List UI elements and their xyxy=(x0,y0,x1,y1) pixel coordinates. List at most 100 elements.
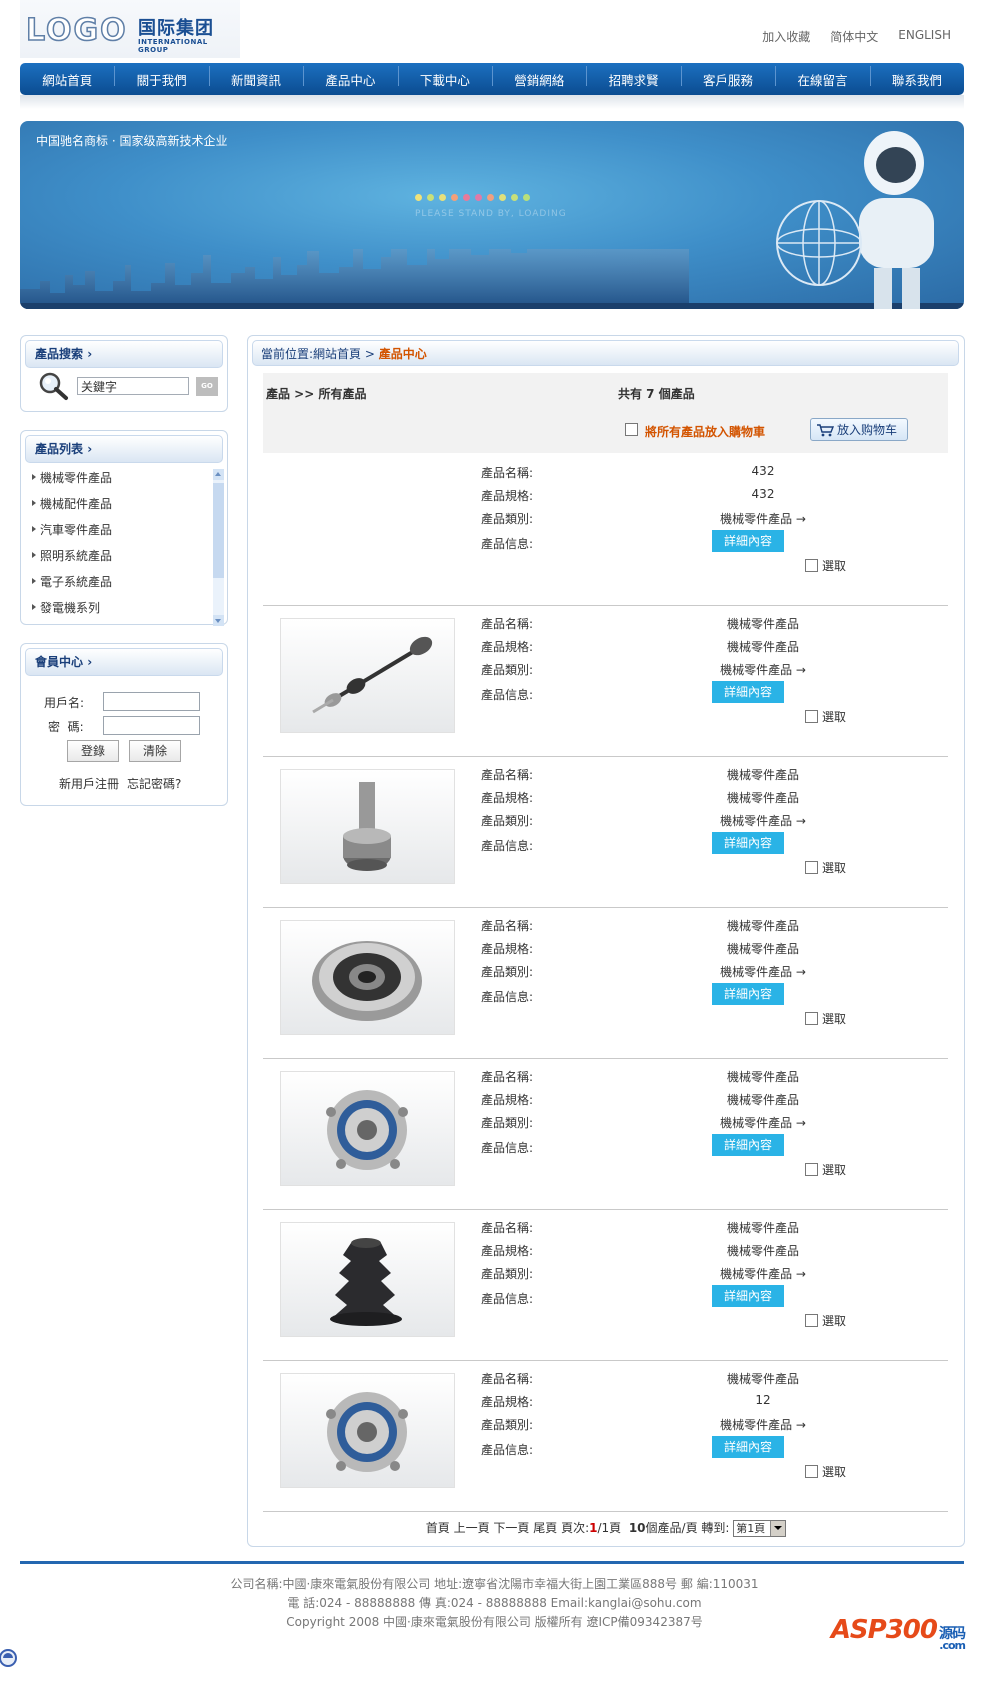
product-detail-button[interactable]: 詳細內容 xyxy=(712,1134,784,1156)
login-button[interactable]: 登錄 xyxy=(67,740,119,762)
category-item-electronic[interactable]: 電子系統產品 xyxy=(30,573,112,599)
pager-prev[interactable]: 上一頁 xyxy=(454,1521,490,1535)
product-select-checkbox[interactable] xyxy=(805,1012,818,1025)
site-logo[interactable]: LOGO 国际集团 INTERNATIONAL GROUP xyxy=(20,0,240,58)
product-category-label: 產品類別: xyxy=(481,814,534,828)
product-search-box: 產品搜索 › 关鍵字 GO xyxy=(20,335,228,412)
member-center-title: 會員中心 › xyxy=(25,648,223,676)
product-image[interactable] xyxy=(280,1222,455,1337)
product-select-checkbox[interactable] xyxy=(805,1465,818,1478)
product-image[interactable] xyxy=(280,618,455,733)
password-input[interactable] xyxy=(103,716,200,735)
category-item-generator[interactable]: 發電機系列 xyxy=(30,599,112,625)
product-spec-value: 12 xyxy=(755,1393,771,1407)
category-item-lighting[interactable]: 照明系統產品 xyxy=(30,547,112,573)
forgot-password-link[interactable]: 忘記密碼? xyxy=(127,775,181,792)
nav-news[interactable]: 新聞資訊 xyxy=(208,65,303,89)
nav-downloads[interactable]: 下載中心 xyxy=(397,65,492,89)
product-name-value: 機械零件產品 xyxy=(726,1372,799,1386)
nav-guestbook[interactable]: 在線留言 xyxy=(775,65,869,89)
product-select-checkbox[interactable] xyxy=(805,1163,818,1176)
pager-first[interactable]: 首頁 xyxy=(426,1521,450,1535)
product-category-label: 產品類別: xyxy=(481,512,534,526)
product-image[interactable] xyxy=(280,1373,455,1488)
product-select[interactable]: 選取 xyxy=(805,859,846,876)
product-select[interactable]: 選取 xyxy=(805,1312,846,1329)
simplified-chinese-link[interactable]: 简体中文 xyxy=(830,28,878,45)
product-select[interactable]: 選取 xyxy=(805,1161,846,1178)
nav-service[interactable]: 客戶服務 xyxy=(680,65,775,89)
product-category-link[interactable]: 機械零件產品 → xyxy=(663,661,863,678)
add-to-cart-button[interactable]: 放入购物车 xyxy=(810,418,908,441)
product-name-value: 機械零件產品 xyxy=(726,1221,799,1235)
nav-about[interactable]: 關于我們 xyxy=(114,65,208,89)
nav-sales-network[interactable]: 營銷網絡 xyxy=(492,65,586,89)
scroll-thumb[interactable] xyxy=(213,483,224,578)
category-item-mechanical-accessories[interactable]: 機械配件產品 xyxy=(30,495,112,521)
nav-home[interactable]: 網站首頁 xyxy=(20,70,114,89)
corner-widget-icon[interactable] xyxy=(0,1648,20,1668)
product-detail-button[interactable]: 詳細內容 xyxy=(712,832,784,854)
chevron-down-icon[interactable] xyxy=(770,1521,786,1536)
product-image[interactable] xyxy=(280,920,455,1035)
search-go-button[interactable]: GO xyxy=(196,377,218,396)
nav-contact[interactable]: 聯系我們 xyxy=(869,65,964,89)
product-category-link[interactable]: 機械零件產品 → xyxy=(663,963,863,980)
product-spec-label: 產品規格: xyxy=(481,1244,534,1258)
product-name-label: 產品名稱: xyxy=(481,617,534,631)
product-detail-button[interactable]: 詳細內容 xyxy=(712,1436,784,1458)
loading-dot xyxy=(415,194,422,201)
product-select-checkbox[interactable] xyxy=(805,861,818,874)
product-detail-button[interactable]: 詳細內容 xyxy=(712,530,784,552)
product-image[interactable] xyxy=(280,769,455,884)
product-select-checkbox[interactable] xyxy=(805,559,818,572)
product-category-link[interactable]: 機械零件產品 → xyxy=(663,1114,863,1131)
add-favorite-link[interactable]: 加入收藏 xyxy=(762,28,810,45)
category-item-mechanical-parts[interactable]: 機械零件產品 xyxy=(30,469,112,495)
product-image[interactable] xyxy=(280,1071,455,1186)
pager-jump-label: 轉到: xyxy=(701,1521,730,1535)
breadcrumb: 當前位置:網站首頁 > 產品中心 xyxy=(252,340,959,366)
product-detail-button[interactable]: 詳細內容 xyxy=(712,1285,784,1307)
product-category-link[interactable]: 機械零件產品 → xyxy=(663,812,863,829)
product-name-label: 產品名稱: xyxy=(481,1221,534,1235)
breadcrumb-prefix[interactable]: 當前位置:網站首頁 > xyxy=(261,347,379,361)
product-select-checkbox[interactable] xyxy=(805,710,818,723)
product-category-label: 產品類別: xyxy=(481,1116,534,1130)
product-select[interactable]: 選取 xyxy=(805,557,846,574)
product-select-label: 選取 xyxy=(822,1163,847,1177)
scroll-up-icon[interactable] xyxy=(213,469,224,480)
product-detail-button[interactable]: 詳細內容 xyxy=(712,983,784,1005)
page-jump-select[interactable]: 第1頁 xyxy=(733,1520,787,1537)
english-link[interactable]: ENGLISH xyxy=(898,28,951,45)
footer-contact-info: 電 話:024 - 88888888 傳 真:024 - 88888888 Em… xyxy=(287,1596,702,1610)
scroll-down-icon[interactable] xyxy=(213,615,224,626)
product-detail-button[interactable]: 詳細內容 xyxy=(712,681,784,703)
nav-jobs[interactable]: 招聘求賢 xyxy=(586,65,680,89)
product-category-label: 產品類別: xyxy=(481,965,534,979)
loading-dot xyxy=(487,194,494,201)
page-jump-value: 第1頁 xyxy=(736,1522,766,1535)
product-list-header: 產品 >> 所有產品 共有 7 個產品 將所有產品放入購物車 放入购物车 xyxy=(263,373,948,453)
pager-last[interactable]: 尾頁 xyxy=(533,1521,557,1535)
loading-dot xyxy=(451,194,458,201)
nav-products[interactable]: 產品中心 xyxy=(303,65,397,89)
product-category-link[interactable]: 機械零件產品 → xyxy=(663,1265,863,1282)
pager-next[interactable]: 下一頁 xyxy=(493,1521,529,1535)
category-item-auto-parts[interactable]: 汽車零件產品 xyxy=(30,521,112,547)
product-row: 產品名稱: 機械零件產品 產品規格: 機械零件產品 產品類別: 機械零件產品 → 產品信息:… xyxy=(263,1058,948,1210)
clear-button[interactable]: 清除 xyxy=(129,740,181,762)
category-scrollbar[interactable] xyxy=(213,469,224,626)
username-input[interactable] xyxy=(103,692,200,711)
product-select[interactable]: 選取 xyxy=(805,708,846,725)
product-select-checkbox[interactable] xyxy=(805,1314,818,1327)
product-select[interactable]: 選取 xyxy=(805,1010,846,1027)
select-all-checkbox[interactable] xyxy=(625,423,638,436)
keyword-search-input[interactable]: 关鍵字 xyxy=(77,377,189,395)
product-select[interactable]: 選取 xyxy=(805,1463,846,1480)
product-category-link[interactable]: 機械零件產品 → xyxy=(663,510,863,527)
product-category-link[interactable]: 機械零件產品 → xyxy=(663,1416,863,1433)
product-info-label: 產品信息: xyxy=(481,688,534,702)
product-row: 產品名稱: 機械零件產品 產品規格: 機械零件產品 產品類別: 機械零件產品 → 產品信息:… xyxy=(263,907,948,1059)
register-link[interactable]: 新用戶注冊 xyxy=(59,775,119,792)
